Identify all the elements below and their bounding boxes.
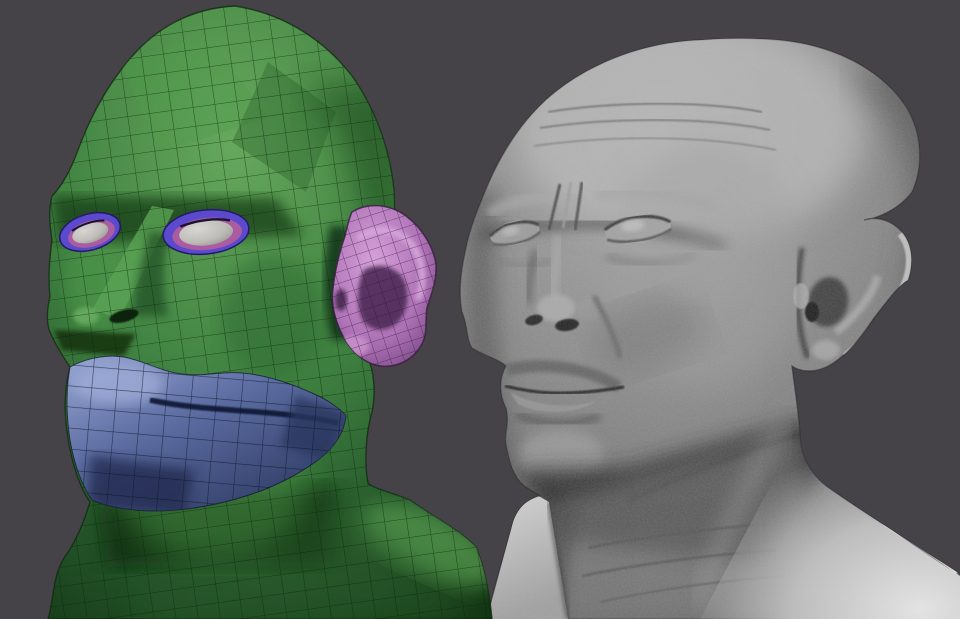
render-canvas	[0, 0, 960, 619]
sculpt-viewport[interactable]	[0, 0, 960, 619]
